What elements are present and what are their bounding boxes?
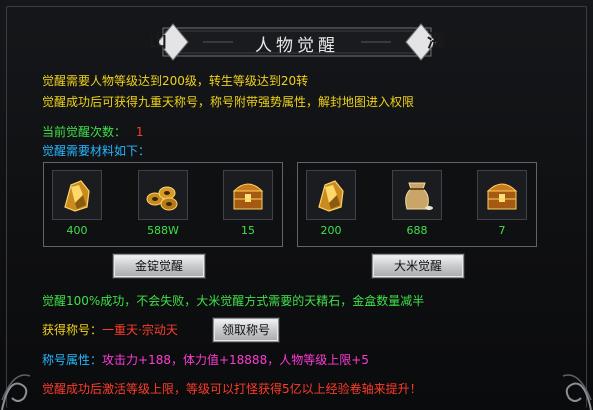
rice-materials-panel: 200 688 7: [297, 162, 537, 247]
material-slot[interactable]: [477, 170, 527, 220]
gold-coins-icon: [146, 186, 178, 211]
corner-ornament-right: [562, 374, 592, 410]
current-awaken-count: 1: [135, 125, 144, 139]
gold-materials-panel: 400 588W 15: [43, 162, 283, 247]
current-awaken-label: 当前觉醒次数：: [42, 125, 127, 139]
gold-awaken-button[interactable]: 金锭觉醒: [113, 254, 205, 278]
material-slot[interactable]: [306, 170, 356, 220]
title-reward-row: 获得称号：一重天·宗动天: [42, 321, 178, 338]
title-banner: 山 人物觉醒 海: [143, 22, 451, 62]
material-qty: 15: [241, 224, 255, 237]
rice-awaken-button[interactable]: 大米觉醒: [372, 254, 464, 278]
material-slot[interactable]: [52, 170, 102, 220]
title-attribute-row: 称号属性：攻击力+188，体力值+18888，人物等级上限+5: [42, 351, 369, 368]
material-qty: 688: [406, 224, 428, 237]
page-title: 人物觉醒: [255, 36, 339, 56]
claim-title-button[interactable]: 领取称号: [213, 318, 279, 342]
material-qty: 588W: [147, 224, 179, 237]
title-attribute-label: 称号属性：: [42, 353, 103, 367]
current-awaken-row: 当前觉醒次数： 1: [42, 123, 143, 140]
material-qty: 400: [66, 224, 88, 237]
title-reward-value: 一重天·宗动天: [102, 323, 178, 337]
material-slot[interactable]: [138, 170, 188, 220]
requirement-level-text: 觉醒需要人物等级达到200级，转生等级达到20转: [42, 74, 309, 88]
footer-note: 觉醒成功后激活等级上限，等级可以打怪获得5亿以上经验卷轴来提升！: [42, 382, 422, 396]
treasure-chest-icon: [232, 183, 264, 210]
gold-nugget-icon: [318, 180, 344, 212]
success-note: 觉醒100%成功，不会失败，大米觉醒方式需要的天精石，金盒数量减半: [42, 294, 425, 308]
material-qty: 200: [320, 224, 342, 237]
material-slot[interactable]: [392, 170, 442, 220]
seal-sea-glyph: 海: [427, 31, 445, 52]
requirement-reward-text: 觉醒成功后可获得九重天称号，称号附带强势属性，解封地图进入权限: [42, 95, 415, 109]
material-slot[interactable]: [223, 170, 273, 220]
treasure-chest-icon: [486, 183, 518, 210]
awakening-window: 山 人物觉醒 海 觉醒需要人物等级达到200级，转生等级达到20转 觉醒成功后可…: [0, 0, 593, 410]
materials-heading: 觉醒需要材料如下：: [42, 144, 151, 158]
title-reward-label: 获得称号：: [42, 323, 103, 337]
corner-ornament-left: [1, 374, 31, 410]
title-attribute-value: 攻击力+188，体力值+18888，人物等级上限+5: [102, 353, 369, 367]
rice-sack-icon: [405, 182, 433, 210]
material-qty: 7: [498, 224, 506, 237]
gold-nugget-icon: [64, 180, 90, 212]
